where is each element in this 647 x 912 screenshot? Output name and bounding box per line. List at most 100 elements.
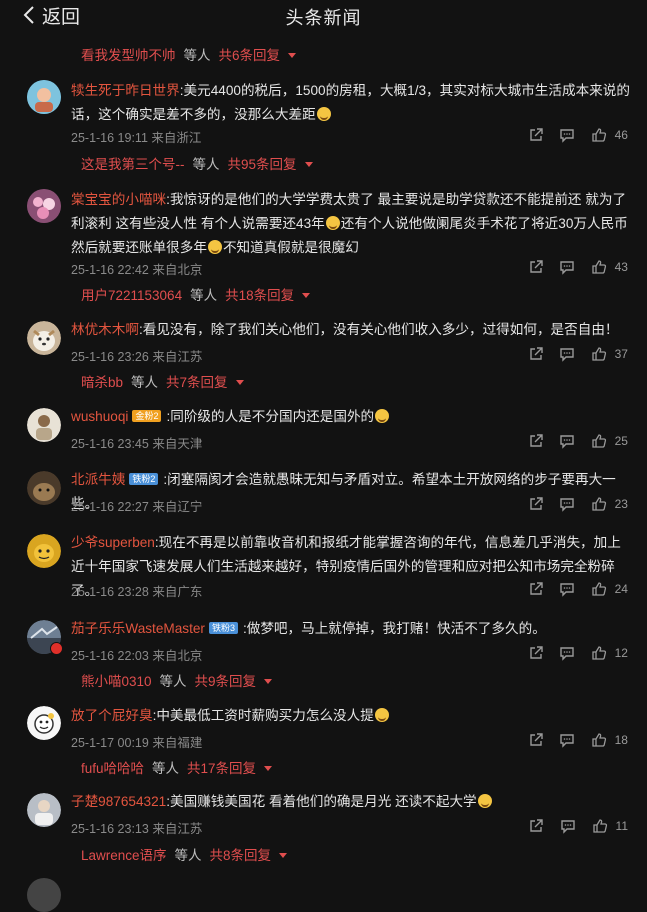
comment-meta: 25-1-16 23:45 来自天津 xyxy=(71,433,202,452)
share-icon[interactable] xyxy=(528,259,544,275)
comment-text: 中美最低工资时薪购买力怎么没人提 xyxy=(156,708,374,723)
comment-username[interactable]: 少爷superben xyxy=(71,535,155,550)
replies-link[interactable]: fufu哈哈哈 等人 共17条回复 xyxy=(81,757,273,777)
comment-username[interactable]: 棠宝宝的小喵咪 xyxy=(71,192,166,207)
like-count: 12 xyxy=(614,646,628,660)
reply-user: 看我发型帅不帅 xyxy=(81,48,176,63)
avatar-image xyxy=(27,408,61,442)
reply-user: 用户7221153064 xyxy=(81,288,183,303)
comment-username[interactable]: 子楚987654321 xyxy=(71,794,166,809)
replies-link[interactable]: 暗杀bb 等人 共7条回复 xyxy=(81,371,244,391)
share-icon[interactable] xyxy=(528,346,544,362)
comment-username[interactable]: 北派牛姨 xyxy=(71,472,125,487)
like-count: 24 xyxy=(614,582,628,596)
reply-user: fufu哈哈哈 xyxy=(81,761,145,776)
comment-time: 25-1-16 23:13 xyxy=(71,822,149,836)
comment-username[interactable]: wushuoqi xyxy=(71,409,128,424)
reply-count: 共17条回复 xyxy=(187,761,257,776)
like-button[interactable]: 46 xyxy=(591,127,628,143)
replies-link[interactable]: 这是我第三个号-- 等人 共95条回复 xyxy=(81,153,313,173)
comment-actions: 37 xyxy=(528,345,628,363)
avatar[interactable] xyxy=(27,793,61,827)
comment-icon[interactable] xyxy=(559,645,575,661)
like-button[interactable]: 11 xyxy=(592,818,628,834)
like-button[interactable]: 12 xyxy=(591,645,628,661)
comment-username[interactable]: 林优木木啊 xyxy=(71,322,139,337)
comment-username[interactable]: 犊生死于昨日世界 xyxy=(71,83,180,98)
comment-icon[interactable] xyxy=(559,346,575,362)
smile-emoji-icon xyxy=(207,240,222,254)
reply-user: 熊小喵0310 xyxy=(81,674,152,689)
like-count: 11 xyxy=(615,819,628,833)
comment-body: 茄子乐乐WasteMaster 铁粉3:做梦吧，马上就停掉，我打赌！快活不了多久的… xyxy=(71,621,546,636)
comment-text: 美国赚钱美国花 看着他们的确是月光 还读不起大学 xyxy=(170,794,477,809)
reply-user: Lawrence语序 xyxy=(81,848,167,863)
reply-mid: 等人 xyxy=(131,375,159,390)
comment-actions: 23 xyxy=(528,495,628,513)
caret-down-icon xyxy=(264,678,273,684)
avatar[interactable] xyxy=(27,408,61,442)
reply-user: 暗杀bb xyxy=(81,375,124,390)
like-button[interactable]: 37 xyxy=(591,346,628,362)
reply-mid: 等人 xyxy=(192,157,220,172)
comment-location: 来自广东 xyxy=(152,585,203,599)
avatar[interactable] xyxy=(27,471,61,505)
avatar-image xyxy=(27,189,61,223)
comment-time: 25-1-16 23:28 xyxy=(71,585,149,599)
like-count: 25 xyxy=(614,434,628,448)
reply-mid: 等人 xyxy=(190,288,218,303)
avatar-image xyxy=(27,706,61,740)
comment-username[interactable]: 放了个屁好臭 xyxy=(71,708,153,723)
like-button[interactable]: 43 xyxy=(591,259,628,275)
comment-location: 来自江苏 xyxy=(152,350,203,364)
caret-down-icon xyxy=(264,765,273,771)
like-button[interactable]: 23 xyxy=(591,496,628,512)
reply-count: 共7条回复 xyxy=(166,375,228,390)
comment-body: 棠宝宝的小喵咪:我惊讶的是他们的大学学费太贵了 最主要说是助学贷款还不能提前还 … xyxy=(71,192,628,255)
share-icon[interactable] xyxy=(528,127,544,143)
avatar[interactable] xyxy=(27,321,61,355)
avatar[interactable] xyxy=(27,534,61,568)
comment-username[interactable]: 茄子乐乐WasteMaster xyxy=(71,621,205,636)
like-count: 23 xyxy=(614,497,628,511)
share-icon[interactable] xyxy=(528,645,544,661)
comment-time: 25-1-16 23:45 xyxy=(71,437,149,451)
comment-body: 林优木木啊:看见没有，除了我们关心他们，没有关心他们收入多少，过得如何，是否自由… xyxy=(71,322,619,337)
share-icon[interactable] xyxy=(528,581,544,597)
avatar[interactable] xyxy=(27,189,61,223)
share-icon[interactable] xyxy=(528,732,544,748)
avatar[interactable] xyxy=(27,706,61,740)
share-icon[interactable] xyxy=(528,433,544,449)
like-button[interactable]: 25 xyxy=(591,433,628,449)
avatar[interactable] xyxy=(27,878,61,912)
reply-mid: 等人 xyxy=(152,761,180,776)
comment-actions: 46 xyxy=(528,126,628,144)
replies-link[interactable]: Lawrence语序 等人 共8条回复 xyxy=(81,844,288,864)
smile-emoji-icon xyxy=(477,794,492,808)
comment-icon[interactable] xyxy=(559,259,575,275)
comment-body: 子楚987654321:美国赚钱美国花 看着他们的确是月光 还读不起大学 xyxy=(71,790,631,814)
comment-location: 来自福建 xyxy=(152,736,203,750)
replies-link[interactable]: 用户7221153064 等人 共18条回复 xyxy=(81,284,311,304)
share-icon[interactable] xyxy=(528,496,544,512)
like-button[interactable]: 24 xyxy=(591,581,628,597)
share-icon[interactable] xyxy=(528,818,544,834)
comment-icon[interactable] xyxy=(559,433,575,449)
comment-meta: 25-1-16 22:27 来自辽宁 xyxy=(71,496,202,515)
comment-icon[interactable] xyxy=(559,732,575,748)
like-button[interactable]: 18 xyxy=(591,732,628,748)
replies-link[interactable]: 熊小喵0310 等人 共9条回复 xyxy=(81,670,273,690)
like-count: 43 xyxy=(614,260,628,274)
comment-icon[interactable] xyxy=(560,818,576,834)
comment-meta: 25-1-16 22:03 来自北京 xyxy=(71,645,202,664)
avatar[interactable] xyxy=(27,80,61,114)
replies-link[interactable]: 看我发型帅不帅 等人 共6条回复 xyxy=(81,44,297,64)
thumbs-up-icon xyxy=(591,434,606,448)
comment-location: 来自北京 xyxy=(152,263,203,277)
reply-mid: 等人 xyxy=(183,48,211,63)
comment-icon[interactable] xyxy=(559,581,575,597)
comment-icon[interactable] xyxy=(559,496,575,512)
comment-time: 25-1-16 22:42 xyxy=(71,263,149,277)
comment-icon[interactable] xyxy=(559,127,575,143)
thumbs-up-icon xyxy=(591,497,606,511)
